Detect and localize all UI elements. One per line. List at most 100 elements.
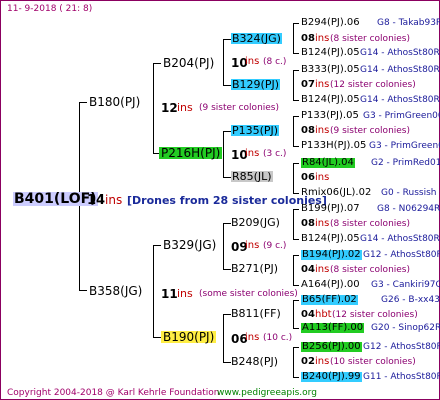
connector-line: [293, 163, 299, 164]
connector-line: [153, 337, 161, 338]
connector-line: [153, 245, 161, 246]
ancestor-queen[interactable]: B124(PJ).05: [301, 95, 360, 105]
connector-line: [293, 255, 299, 256]
son-count: 11: [161, 287, 178, 301]
ancestor-queen[interactable]: B65(FF).02: [301, 295, 358, 305]
son-ins-label: ins: [177, 287, 193, 300]
connector-line: [223, 223, 231, 224]
connector-line: [79, 290, 87, 291]
ancestor-queen[interactable]: B333(PJ).05: [301, 65, 360, 75]
grand-colonies-note: (8 c.): [263, 57, 287, 67]
connector-line: [293, 70, 294, 100]
great-queen[interactable]: B209(JG): [231, 217, 280, 228]
ancestor-origin: G12 - AthosSt80R: [363, 250, 440, 260]
great-colonies-note: (10 sister colonies): [330, 357, 416, 367]
grand-queen[interactable]: B329(JG): [163, 239, 216, 251]
connector-line: [293, 23, 294, 53]
connector-line: [293, 70, 299, 71]
grand-colonies-note: (9 c.): [263, 241, 287, 251]
ancestor-queen[interactable]: R84(JL).04: [301, 158, 355, 168]
ancestor-queen[interactable]: A113(FF).00: [301, 323, 365, 333]
great-queen[interactable]: B271(PJ): [231, 263, 278, 274]
great-queen[interactable]: B129(PJ): [231, 79, 281, 90]
connector-line: [153, 63, 161, 64]
ancestor-queen[interactable]: B194(PJ).02: [301, 250, 362, 260]
connector-line: [293, 23, 299, 24]
great-count: 06: [301, 172, 315, 183]
ancestor-queen[interactable]: B256(PJ).00: [301, 342, 362, 352]
ancestor-origin: G14 - AthosSt80R: [360, 234, 440, 244]
connector-line: [223, 223, 224, 269]
great-colonies-note: (12 sister colonies): [332, 310, 418, 320]
ancestor-queen[interactable]: B124(PJ).05: [301, 48, 360, 58]
root-drone-count: 14: [87, 193, 106, 208]
connector-line: [223, 131, 231, 132]
great-queen[interactable]: B324(JG): [231, 33, 282, 44]
great-queen[interactable]: B811(FF): [231, 308, 281, 319]
connector-line: [293, 100, 299, 101]
ancestor-origin: G11 - AthosSt80R: [363, 372, 440, 382]
pedigree-chart: 11- 9-2018 ( 21: 8) B401(LOF) 14 ins [Dr…: [0, 0, 440, 400]
son-queen[interactable]: B358(JG): [89, 285, 142, 297]
ancestor-origin: G3 - PrimGreen00: [363, 111, 440, 121]
grand-ins-label: ins: [245, 56, 260, 67]
great-queen[interactable]: B248(PJ): [231, 356, 278, 367]
ancestor-origin: G14 - AthosSt80R: [360, 95, 440, 105]
connector-line: [293, 285, 299, 286]
grand-ins-label: ins: [245, 148, 260, 159]
ancestor-origin: G14 - AthosSt80R: [360, 65, 440, 75]
son-colonies-note: (9 sister colonies): [199, 103, 280, 113]
grand-colonies-note: (10 c.): [263, 333, 293, 343]
ancestor-queen[interactable]: B240(PJ).99: [301, 372, 362, 382]
great-queen[interactable]: R85(JL): [231, 171, 273, 182]
ancestor-origin: G14 - AthosSt80R: [360, 48, 440, 58]
connector-line: [293, 347, 294, 377]
report-date: 11- 9-2018 ( 21: 8): [7, 4, 93, 14]
ancestor-queen[interactable]: A164(PJ).00: [301, 280, 360, 290]
ancestor-origin: G12 - AthosSt80R: [363, 342, 440, 352]
connector-line: [293, 300, 299, 301]
connector-line: [293, 116, 299, 117]
great-queen[interactable]: P135(PJ): [231, 125, 280, 136]
great-ins-label: ins: [315, 33, 330, 44]
grand-ins-label: ins: [245, 332, 260, 343]
connector-line: [293, 116, 294, 146]
root-queen[interactable]: B401(LOF): [13, 192, 98, 206]
great-colonies-note: (8 sister colonies): [330, 265, 411, 275]
great-count: 04: [301, 309, 315, 320]
ancestor-queen[interactable]: P133(PJ).05: [301, 111, 359, 121]
grand-ins-label: ins: [245, 240, 260, 251]
ancestor-queen[interactable]: B199(PJ).07: [301, 204, 360, 214]
son-colonies-note: (some sister colonies): [199, 289, 298, 299]
grand-queen[interactable]: P216H(PJ): [159, 147, 223, 159]
ancestor-queen[interactable]: B124(PJ).05: [301, 234, 360, 244]
great-colonies-note: (12 sister colonies): [330, 80, 416, 90]
great-colonies-note: (9 sister colonies): [330, 126, 411, 136]
connector-line: [223, 362, 231, 363]
connector-line: [153, 63, 154, 153]
connector-line: [223, 39, 224, 85]
great-count: 04: [301, 264, 315, 275]
great-count: 07: [301, 79, 315, 90]
ancestor-queen[interactable]: Rmix06(JL).02: [301, 188, 371, 198]
great-count: 08: [301, 33, 315, 44]
great-ins-label: ins: [315, 172, 330, 183]
ancestor-queen[interactable]: P133H(PJ).05: [301, 141, 366, 151]
connector-line: [293, 163, 294, 193]
grand-queen[interactable]: B204(PJ): [163, 57, 214, 69]
connector-line: [223, 131, 224, 177]
website-link[interactable]: www.pedigreeapis.org: [217, 389, 317, 398]
great-count: 08: [301, 125, 315, 136]
ancestor-origin: G3 - PrimGreen00: [369, 141, 440, 151]
connector-line: [293, 347, 299, 348]
great-ins-label: ins: [315, 125, 330, 136]
ancestor-origin: G8 - Takab93R: [377, 18, 440, 28]
root-colonies-note: [Drones from 28 sister colonies]: [127, 194, 327, 207]
connector-line: [223, 85, 231, 86]
ancestor-queen[interactable]: B294(PJ).06: [301, 18, 360, 28]
grand-colonies-note: (3 c.): [263, 149, 287, 159]
son-queen[interactable]: B180(PJ): [89, 96, 140, 108]
connector-line: [293, 146, 299, 147]
grand-queen[interactable]: B190(PJ): [161, 331, 217, 343]
son-count: 12: [161, 101, 178, 115]
